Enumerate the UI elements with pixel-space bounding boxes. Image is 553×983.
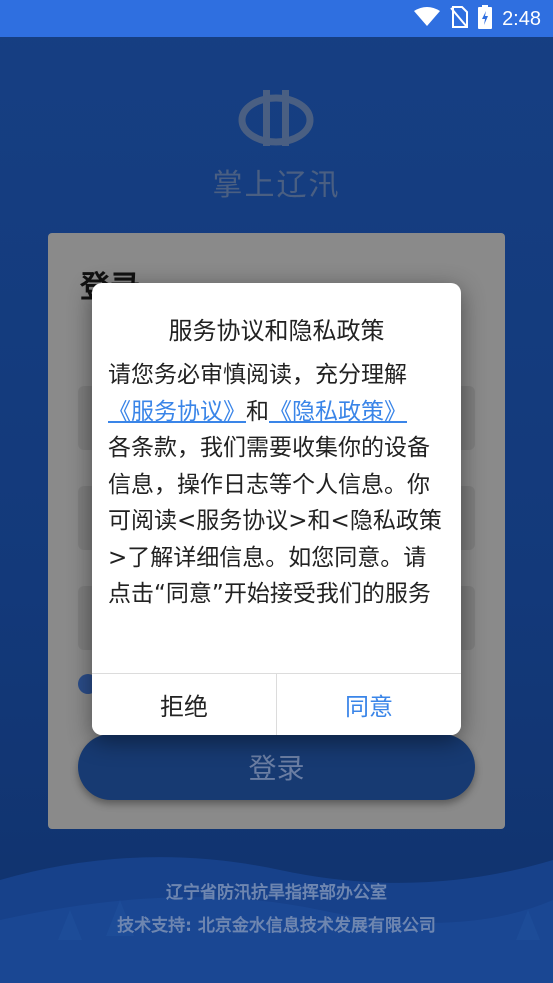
dialog-and-text: 和 [246, 398, 269, 425]
status-bar: 2:48 [0, 0, 553, 37]
status-time: 2:48 [502, 7, 541, 30]
dialog-rest-text: 各条款，我们需要收集你的设备信息，操作日志等个人信息。你可阅读<服务协议>和<隐… [108, 435, 442, 607]
dialog-actions: 拒绝 同意 [92, 673, 461, 735]
dialog-intro-text: 请您务必审慎阅读，充分理解 [108, 362, 407, 388]
reject-button[interactable]: 拒绝 [92, 674, 277, 735]
no-sim-icon [450, 6, 469, 32]
battery-charging-icon [478, 5, 493, 33]
status-icons: 2:48 [414, 5, 541, 33]
dialog-body: 请您务必审慎阅读，充分理解《服务协议》和《隐私政策》各条款，我们需要收集你的设备… [108, 357, 448, 613]
dialog-title: 服务协议和隐私政策 [168, 317, 385, 345]
agree-button[interactable]: 同意 [277, 674, 461, 735]
service-agreement-link[interactable]: 《服务协议》 [108, 399, 246, 425]
privacy-dialog: 服务协议和隐私政策 请您务必审慎阅读，充分理解《服务协议》和《隐私政策》各条款，… [92, 283, 461, 735]
wifi-icon [414, 7, 441, 31]
privacy-policy-link[interactable]: 《隐私政策》 [269, 399, 407, 425]
